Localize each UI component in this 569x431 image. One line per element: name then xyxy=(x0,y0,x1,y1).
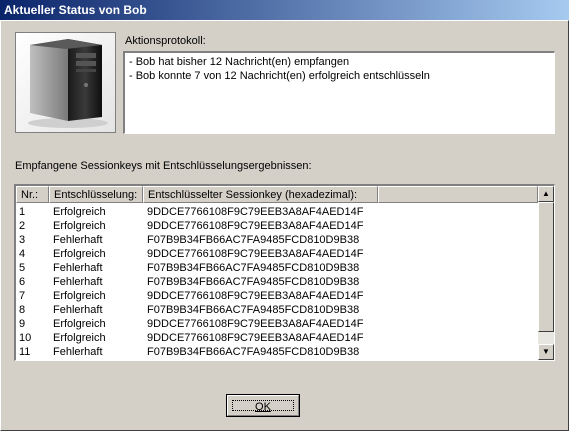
column-header-sessionkey[interactable]: Entschlüsselter Sessionkey (hexadezimal)… xyxy=(143,186,378,203)
row-sessionkey: 9DDCE7766108F9C79EEB3A8AF4AED14F xyxy=(147,206,364,218)
computer-tower-icon xyxy=(15,32,116,133)
window-title: Aktueller Status von Bob xyxy=(0,0,569,20)
row-decryption-result: Fehlerhaft xyxy=(53,276,103,288)
row-sessionkey: 9DDCE7766108F9C79EEB3A8AF4AED14F xyxy=(147,332,364,344)
table-row[interactable]: 1 Erfolgreich 9DDCE7766108F9C79EEB3A8AF4AE… xyxy=(16,205,538,219)
row-number: 8 xyxy=(19,304,26,316)
row-sessionkey: 9DDCE7766108F9C79EEB3A8AF4AED14F xyxy=(147,290,364,302)
sessionkeys-list[interactable]: Nr.: Entschlüsselung: Entschlüsselter Se… xyxy=(14,184,555,361)
table-row[interactable]: 6 Fehlerhaft F07B9B34FB66AC7FA9485FCD810D9… xyxy=(16,275,538,289)
row-decryption-result: Erfolgreich xyxy=(53,206,106,218)
row-decryption-result: Erfolgreich xyxy=(53,318,106,330)
row-number: 3 xyxy=(19,234,26,246)
row-sessionkey: F07B9B34FB66AC7FA9485FCD810D9B38 xyxy=(147,346,360,358)
row-sessionkey: 9DDCE7766108F9C79EEB3A8AF4AED14F xyxy=(147,248,364,260)
table-row[interactable]: 7 Erfolgreich 9DDCE7766108F9C79EEB3A8AF4AE… xyxy=(16,289,538,303)
row-decryption-result: Erfolgreich xyxy=(53,248,106,260)
table-row[interactable]: 8 Fehlerhaft F07B9B34FB66AC7FA9485FCD810D9… xyxy=(16,303,538,317)
row-sessionkey: F07B9B34FB66AC7FA9485FCD810D9B38 xyxy=(147,276,360,288)
table-row[interactable]: 10 Erfolgreich 9DDCE7766108F9C79EEB3A8AF4A… xyxy=(16,331,538,345)
sessionkeys-rows: 1 Erfolgreich 9DDCE7766108F9C79EEB3A8AF4AE… xyxy=(16,205,538,359)
row-number: 4 xyxy=(19,248,26,260)
row-number: 5 xyxy=(19,262,26,274)
row-number: 6 xyxy=(19,276,26,288)
row-number: 11 xyxy=(19,346,31,358)
ok-button-label: OK xyxy=(255,401,271,413)
sessionkeys-label: Empfangene Sessionkeys mit Entschlüsselu… xyxy=(15,160,312,172)
row-decryption-result: Fehlerhaft xyxy=(53,346,103,358)
column-header-decryption[interactable]: Entschlüsselung: xyxy=(49,186,143,203)
row-decryption-result: Fehlerhaft xyxy=(53,234,103,246)
row-sessionkey: F07B9B34FB66AC7FA9485FCD810D9B38 xyxy=(147,304,360,316)
table-row[interactable]: 3 Fehlerhaft F07B9B34FB66AC7FA9485FCD810D9… xyxy=(16,233,538,247)
ok-button-bevel: OK xyxy=(227,395,299,416)
row-sessionkey: F07B9B34FB66AC7FA9485FCD810D9B38 xyxy=(147,234,360,246)
table-row[interactable]: 4 Erfolgreich 9DDCE7766108F9C79EEB3A8AF4AE… xyxy=(16,247,538,261)
ok-button[interactable]: OK xyxy=(226,394,300,417)
table-row[interactable]: 5 Fehlerhaft F07B9B34FB66AC7FA9485FCD810D9… xyxy=(16,261,538,275)
row-number: 9 xyxy=(19,318,26,330)
log-line: - Bob konnte 7 von 12 Nachricht(en) erfo… xyxy=(129,70,430,82)
table-row[interactable]: 11 Fehlerhaft F07B9B34FB66AC7FA9485FCD810D… xyxy=(16,345,538,359)
arrow-up-icon[interactable]: ▲ xyxy=(538,186,554,202)
row-sessionkey: F07B9B34FB66AC7FA9485FCD810D9B38 xyxy=(147,262,360,274)
vertical-scrollbar[interactable]: ▲ ▼ xyxy=(538,186,554,360)
table-row[interactable]: 9 Erfolgreich 9DDCE7766108F9C79EEB3A8AF4AE… xyxy=(16,317,538,331)
log-label: Aktionsprotokoll: xyxy=(125,35,206,47)
row-number: 1 xyxy=(19,206,26,218)
log-line: - Bob hat bisher 12 Nachricht(en) empfan… xyxy=(129,56,350,68)
row-decryption-result: Fehlerhaft xyxy=(53,304,103,316)
row-decryption-result: Erfolgreich xyxy=(53,220,106,232)
row-sessionkey: 9DDCE7766108F9C79EEB3A8AF4AED14F xyxy=(147,318,364,330)
row-sessionkey: 9DDCE7766108F9C79EEB3A8AF4AED14F xyxy=(147,220,364,232)
row-number: 10 xyxy=(19,332,32,344)
row-decryption-result: Erfolgreich xyxy=(53,332,106,344)
ok-button-focus: OK xyxy=(232,400,294,413)
row-number: 2 xyxy=(19,220,26,232)
action-log-box[interactable]: - Bob hat bisher 12 Nachricht(en) empfan… xyxy=(123,51,555,134)
table-row[interactable]: 2 Erfolgreich 9DDCE7766108F9C79EEB3A8AF4AE… xyxy=(16,219,538,233)
row-decryption-result: Erfolgreich xyxy=(53,290,106,302)
column-header-filler xyxy=(378,186,538,203)
scrollbar-thumb[interactable] xyxy=(538,202,554,332)
row-number: 7 xyxy=(19,290,26,302)
arrow-down-icon[interactable]: ▼ xyxy=(538,344,554,360)
row-decryption-result: Fehlerhaft xyxy=(53,262,103,274)
column-header-nr[interactable]: Nr.: xyxy=(16,186,49,203)
